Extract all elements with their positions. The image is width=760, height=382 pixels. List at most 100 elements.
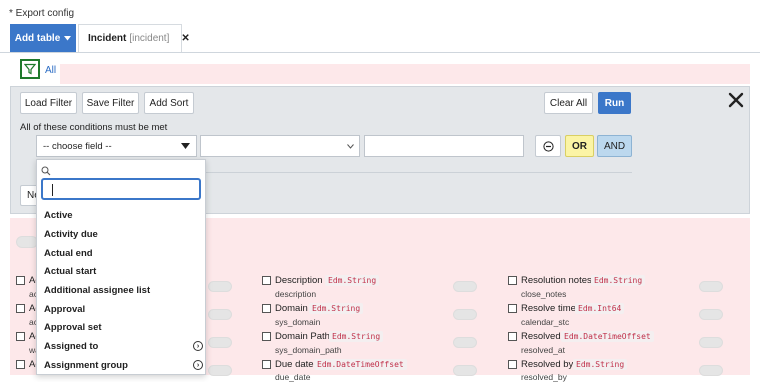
field-sub: sys_domain_path bbox=[275, 345, 342, 355]
field-checkbox[interactable] bbox=[16, 304, 25, 313]
chevron-down-icon bbox=[347, 143, 354, 149]
field-type-badge: Edm.String bbox=[591, 275, 646, 286]
field-checkbox[interactable] bbox=[16, 332, 25, 341]
field-sub: calendar_stc bbox=[521, 317, 570, 327]
field-toggle[interactable] bbox=[453, 365, 477, 376]
dropdown-item-label: Actual start bbox=[44, 265, 97, 277]
filter-band bbox=[60, 64, 750, 84]
field-toggle[interactable] bbox=[453, 281, 477, 292]
add-sort-button[interactable]: Add Sort bbox=[144, 92, 194, 114]
field-type-badge: Edm.DateTimeOffset bbox=[561, 331, 654, 342]
tab-incident[interactable]: Incident [incident] ✕ bbox=[78, 24, 190, 52]
dropdown-item-activity-due[interactable]: Activity due bbox=[37, 225, 205, 243]
field-toggle[interactable] bbox=[699, 281, 723, 292]
choose-field-select[interactable]: -- choose field -- bbox=[36, 135, 197, 157]
remove-condition-button[interactable] bbox=[535, 135, 561, 157]
condition-value-input[interactable] bbox=[364, 135, 524, 157]
field-sub: resolved_at bbox=[521, 345, 565, 355]
field-checkbox-resolved[interactable] bbox=[508, 332, 517, 341]
field-name: Resolved bbox=[521, 331, 561, 342]
field-type-badge: Edm.Int64 bbox=[575, 303, 625, 314]
dropdown-item-approval-set[interactable]: Approval set bbox=[37, 318, 205, 336]
field-toggle[interactable] bbox=[699, 365, 723, 376]
field-checkbox[interactable] bbox=[16, 276, 25, 285]
all-breadcrumb-link[interactable]: All bbox=[45, 65, 56, 76]
field-toggle[interactable] bbox=[208, 365, 232, 376]
dropdown-item-assignment-group[interactable]: Assignment group › bbox=[37, 356, 205, 374]
field-sub: description bbox=[275, 289, 317, 299]
dropdown-item-label: Assigned to bbox=[44, 340, 99, 352]
dropdown-item-label: Additional assignee list bbox=[44, 284, 151, 296]
caret-down-icon bbox=[181, 143, 190, 149]
chevron-right-circle-icon[interactable]: › bbox=[193, 360, 203, 370]
field-checkbox-description[interactable] bbox=[262, 276, 271, 285]
and-button[interactable]: AND bbox=[597, 135, 632, 157]
field-checkbox-resolved-by[interactable] bbox=[508, 360, 517, 369]
field-toggle[interactable] bbox=[208, 309, 232, 320]
dropdown-item-label: Approval set bbox=[44, 321, 102, 333]
save-filter-button[interactable]: Save Filter bbox=[82, 92, 139, 114]
close-filter-icon[interactable] bbox=[727, 91, 745, 109]
field-toggle[interactable] bbox=[208, 337, 232, 348]
or-button[interactable]: OR bbox=[565, 135, 594, 157]
text-caret bbox=[52, 184, 53, 196]
chevron-right-circle-icon[interactable]: › bbox=[193, 341, 203, 351]
dropdown-item-approval[interactable]: Approval bbox=[37, 300, 205, 318]
search-icon bbox=[41, 166, 51, 176]
tab-incident-name: Incident bbox=[88, 33, 127, 44]
clear-all-button[interactable]: Clear All bbox=[544, 92, 593, 114]
dropdown-item-label: Active bbox=[44, 209, 73, 221]
field-name: Description bbox=[275, 275, 323, 286]
field-search-input[interactable] bbox=[41, 178, 201, 200]
field-toggle[interactable] bbox=[208, 281, 232, 292]
field-sub: due_date bbox=[275, 372, 311, 382]
dropdown-item-active[interactable]: Active bbox=[37, 206, 205, 224]
field-checkbox[interactable] bbox=[16, 360, 25, 369]
caret-down-icon bbox=[64, 35, 72, 40]
close-tab-icon[interactable]: ✕ bbox=[181, 33, 189, 44]
dropdown-item-actual-start[interactable]: Actual start bbox=[37, 262, 205, 280]
field-sub: resolved_by bbox=[521, 372, 567, 382]
field-toggle[interactable] bbox=[453, 309, 477, 320]
field-name: Resolved by bbox=[521, 359, 574, 370]
add-table-label: Add table bbox=[14, 32, 61, 44]
field-name: Due date bbox=[275, 359, 314, 370]
conditions-label: All of these conditions must be met bbox=[20, 122, 168, 133]
field-dropdown: Active Activity due Actual end Actual st… bbox=[36, 159, 206, 375]
minus-circle-icon bbox=[542, 140, 554, 152]
field-checkbox-due-date[interactable] bbox=[262, 360, 271, 369]
export-config-title: * Export config bbox=[9, 8, 75, 19]
funnel-icon bbox=[24, 63, 36, 75]
choose-field-value: -- choose field -- bbox=[43, 140, 112, 152]
field-type-badge: Edm.String bbox=[325, 275, 380, 286]
filter-toggle-button[interactable] bbox=[20, 59, 40, 79]
field-type-badge: Edm.String bbox=[329, 331, 384, 342]
dropdown-item-label: Approval bbox=[44, 303, 86, 315]
operator-select[interactable] bbox=[200, 135, 360, 157]
field-toggle[interactable] bbox=[453, 337, 477, 348]
add-table-button[interactable]: Add table bbox=[10, 24, 76, 52]
field-name: Domain Path bbox=[275, 331, 330, 342]
field-name: Resolve time bbox=[521, 303, 576, 314]
run-button[interactable]: Run bbox=[598, 92, 631, 114]
dropdown-item-assigned-to[interactable]: Assigned to › bbox=[37, 337, 205, 355]
field-checkbox-resolve-time[interactable] bbox=[508, 304, 517, 313]
field-toggle[interactable] bbox=[699, 337, 723, 348]
field-sub: sys_domain bbox=[275, 317, 321, 327]
dropdown-item-additional-assignee-list[interactable]: Additional assignee list bbox=[37, 281, 205, 299]
dropdown-item-label: Assignment group bbox=[44, 359, 128, 371]
field-type-badge: Edm.String bbox=[309, 303, 364, 314]
load-filter-button[interactable]: Load Filter bbox=[20, 92, 77, 114]
tab-incident-sysname: [incident] bbox=[129, 33, 170, 44]
field-type-badge: Edm.String bbox=[573, 359, 628, 370]
dropdown-item-label: Activity due bbox=[44, 228, 98, 240]
field-checkbox-domain-path[interactable] bbox=[262, 332, 271, 341]
dropdown-item-actual-end[interactable]: Actual end bbox=[37, 244, 205, 262]
field-name: Resolution notes bbox=[521, 275, 592, 286]
field-checkbox-resolution-notes[interactable] bbox=[508, 276, 517, 285]
field-type-badge: Edm.DateTimeOffset bbox=[314, 359, 407, 370]
dropdown-item-label: Actual end bbox=[44, 247, 93, 259]
select-all-toggle[interactable] bbox=[16, 236, 38, 248]
field-toggle[interactable] bbox=[699, 309, 723, 320]
field-checkbox-domain[interactable] bbox=[262, 304, 271, 313]
